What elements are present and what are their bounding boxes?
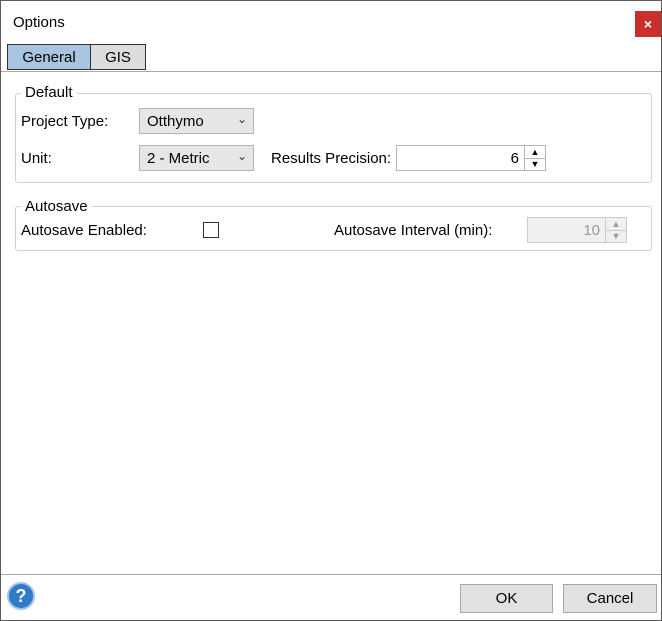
stepper-buttons: ▲ ▼ xyxy=(605,218,626,242)
autosave-enabled-label: Autosave Enabled: xyxy=(21,222,147,239)
autosave-interval-stepper[interactable]: 10 ▲ ▼ xyxy=(527,217,627,243)
window-title: Options xyxy=(13,14,65,31)
results-precision-value: 6 xyxy=(510,150,519,167)
autosave-interval-value: 10 xyxy=(583,222,600,239)
footer-divider xyxy=(1,574,661,575)
results-precision-stepper[interactable]: 6 ▲ ▼ xyxy=(396,145,546,171)
autosave-enabled-checkbox[interactable] xyxy=(203,222,219,238)
project-type-dropdown[interactable]: Otthymo ⌄ xyxy=(139,108,254,134)
chevron-down-icon: ⌄ xyxy=(236,149,247,163)
project-type-label: Project Type: xyxy=(21,113,109,130)
default-group xyxy=(15,93,652,183)
title-bar: Options × xyxy=(1,1,661,41)
unit-dropdown[interactable]: 2 - Metric ⌄ xyxy=(139,145,254,171)
autosave-interval-label: Autosave Interval (min): xyxy=(334,222,493,239)
stepper-buttons: ▲ ▼ xyxy=(524,146,545,170)
results-precision-label: Results Precision: xyxy=(271,150,392,167)
default-group-title: Default xyxy=(21,84,77,101)
triangle-down-icon[interactable]: ▼ xyxy=(606,230,626,242)
close-button[interactable]: × xyxy=(635,11,661,37)
ok-button[interactable]: OK xyxy=(460,584,553,613)
unit-label: Unit: xyxy=(21,150,52,167)
chevron-down-icon: ⌄ xyxy=(236,112,247,126)
unit-value: 2 - Metric xyxy=(147,150,210,167)
autosave-group-title: Autosave xyxy=(21,198,92,215)
tab-divider xyxy=(1,71,661,72)
cancel-button[interactable]: Cancel xyxy=(563,584,657,613)
tab-gis[interactable]: GIS xyxy=(90,44,146,70)
options-dialog: Options × General GIS Default Project Ty… xyxy=(0,0,662,621)
help-icon[interactable]: ? xyxy=(7,582,35,610)
tab-general[interactable]: General xyxy=(7,44,91,70)
triangle-down-icon[interactable]: ▼ xyxy=(525,158,545,170)
project-type-value: Otthymo xyxy=(147,113,204,130)
